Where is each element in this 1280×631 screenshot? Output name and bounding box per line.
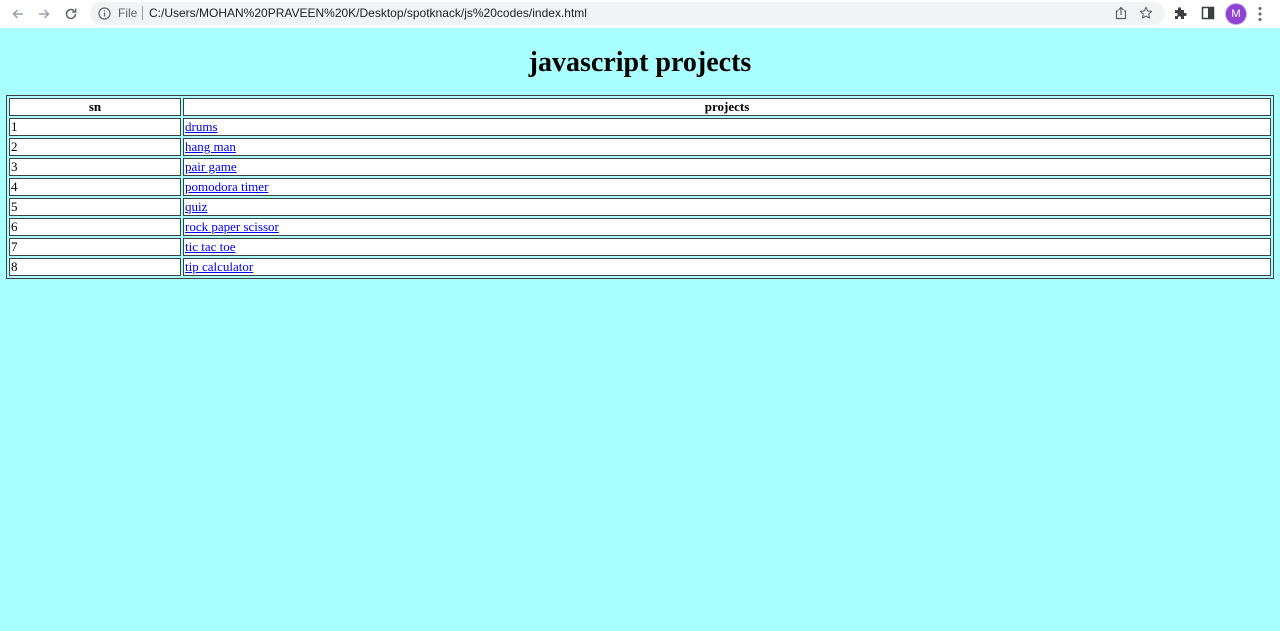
table-row: 6 rock paper scissor — [9, 218, 1271, 236]
info-icon[interactable] — [98, 7, 111, 20]
sn-cell: 1 — [9, 118, 181, 136]
projects-table: sn projects 1 drums 2 hang man 3 pair ga… — [6, 95, 1274, 279]
reload-icon[interactable] — [61, 4, 81, 24]
project-cell: quiz — [183, 198, 1271, 216]
table-row: 5 quiz — [9, 198, 1271, 216]
forward-arrow-icon[interactable] — [34, 4, 54, 24]
table-row: 3 pair game — [9, 158, 1271, 176]
url-text[interactable]: C:/Users/MOHAN%20PRAVEEN%20K/Desktop/spo… — [149, 6, 587, 21]
table-row: 7 tic tac toe — [9, 238, 1271, 256]
project-link-quiz[interactable]: quiz — [185, 199, 207, 214]
sn-cell: 2 — [9, 138, 181, 156]
sn-cell: 8 — [9, 258, 181, 276]
sn-cell: 4 — [9, 178, 181, 196]
page-viewport: javascript projects sn projects 1 drums … — [0, 28, 1280, 631]
project-cell: pair game — [183, 158, 1271, 176]
back-arrow-icon[interactable] — [8, 4, 28, 24]
share-icon[interactable] — [1114, 6, 1128, 20]
project-link-pomodora-timer[interactable]: pomodora timer — [185, 179, 268, 194]
column-header-sn: sn — [9, 98, 181, 116]
project-cell: rock paper scissor — [183, 218, 1271, 236]
project-link-tic-tac-toe[interactable]: tic tac toe — [185, 239, 236, 254]
project-cell: pomodora timer — [183, 178, 1271, 196]
table-header-row: sn projects — [9, 98, 1271, 116]
project-link-hang-man[interactable]: hang man — [185, 139, 236, 154]
project-link-tip-calculator[interactable]: tip calculator — [185, 259, 253, 274]
sn-cell: 5 — [9, 198, 181, 216]
table-row: 8 tip calculator — [9, 258, 1271, 276]
column-header-projects: projects — [183, 98, 1271, 116]
project-cell: hang man — [183, 138, 1271, 156]
page-title: javascript projects — [528, 47, 752, 78]
side-panel-icon[interactable] — [1201, 6, 1215, 20]
project-cell: tip calculator — [183, 258, 1271, 276]
kebab-menu-icon[interactable] — [1257, 6, 1263, 22]
sn-cell: 6 — [9, 218, 181, 236]
sn-cell: 7 — [9, 238, 181, 256]
table-row: 4 pomodora timer — [9, 178, 1271, 196]
table-row: 2 hang man — [9, 138, 1271, 156]
table-row: 1 drums — [9, 118, 1271, 136]
profile-avatar[interactable]: M — [1226, 4, 1246, 24]
scheme-separator — [142, 6, 143, 20]
sn-cell: 3 — [9, 158, 181, 176]
project-cell: tic tac toe — [183, 238, 1271, 256]
address-bar[interactable]: File C:/Users/MOHAN%20PRAVEEN%20K/Deskto… — [90, 2, 1165, 25]
project-link-rock-paper-scissor[interactable]: rock paper scissor — [185, 219, 279, 234]
project-link-pair-game[interactable]: pair game — [185, 159, 237, 174]
project-link-drums[interactable]: drums — [185, 119, 218, 134]
puzzle-extension-icon[interactable] — [1173, 6, 1188, 21]
browser-toolbar: File C:/Users/MOHAN%20PRAVEEN%20K/Deskto… — [0, 0, 1280, 28]
star-icon[interactable] — [1139, 6, 1153, 20]
scheme-label: File — [118, 6, 138, 20]
project-cell: drums — [183, 118, 1271, 136]
